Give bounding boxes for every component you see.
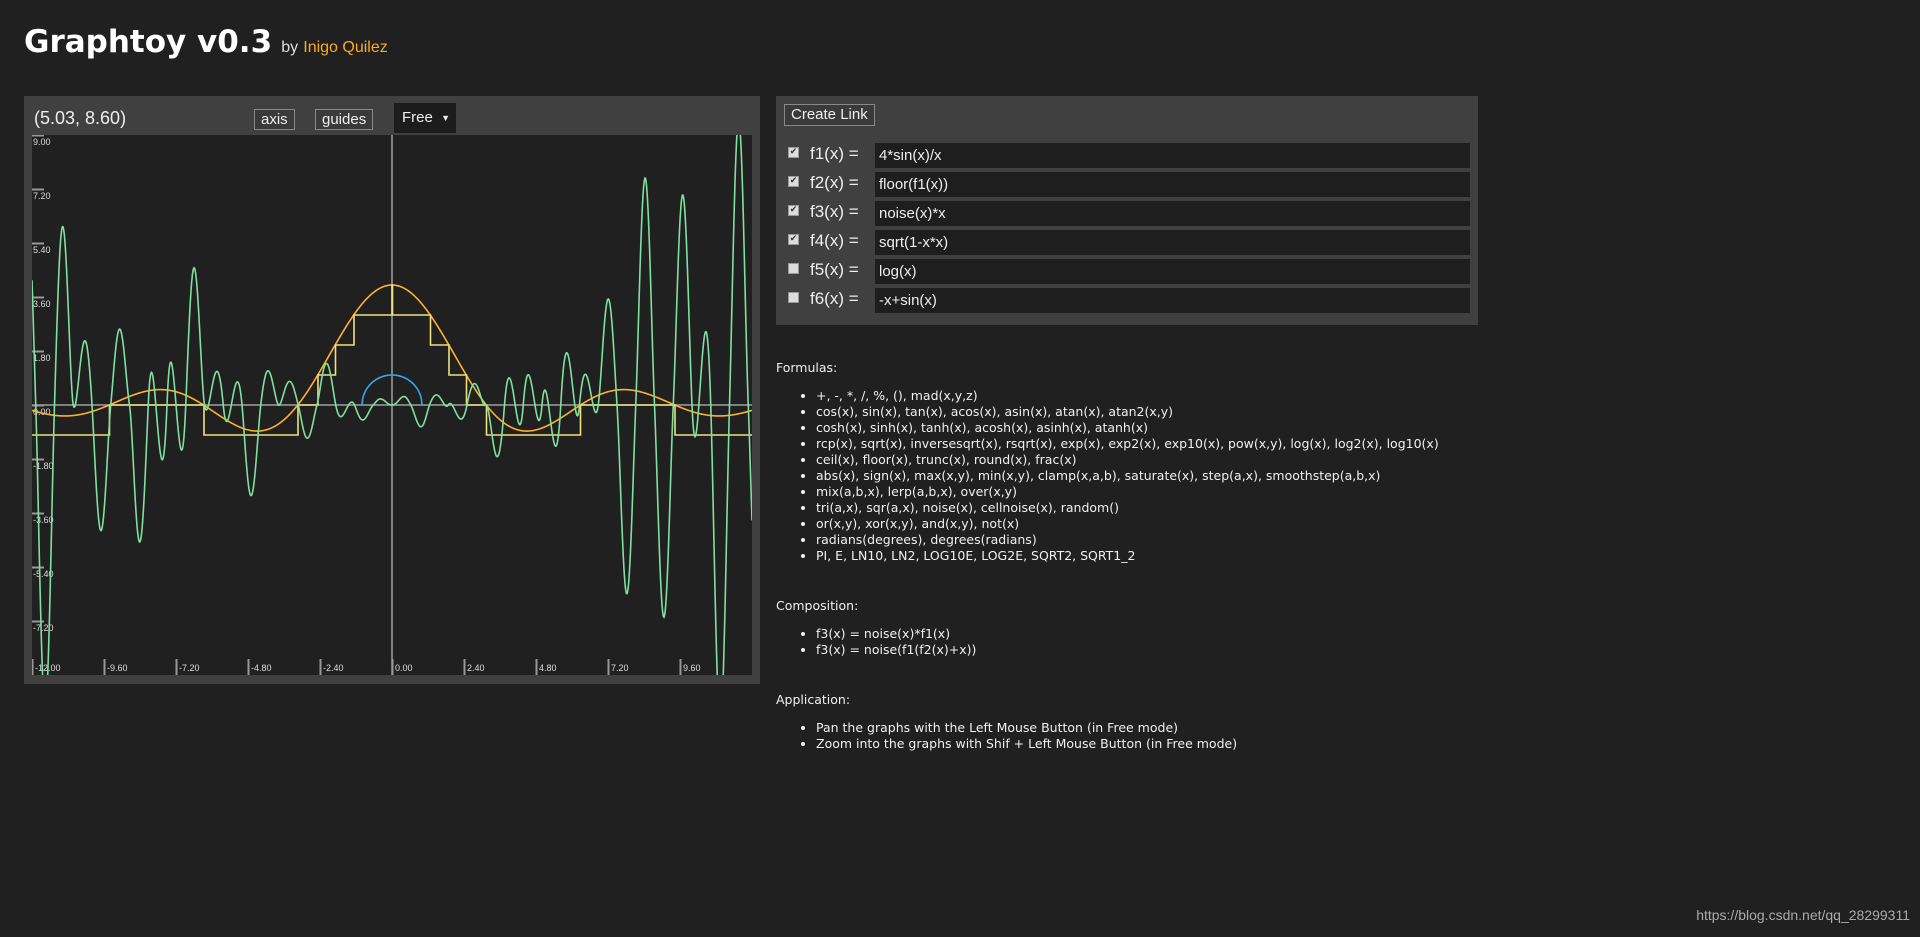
author-link[interactable]: Inigo Quilez: [303, 39, 388, 56]
create-link-button[interactable]: Create Link: [784, 104, 875, 126]
x-tick-label: 0.00: [395, 663, 413, 673]
function-input[interactable]: floor(f1(x)): [875, 172, 1470, 197]
formula-item: radians(degrees), degrees(radians): [816, 532, 1439, 548]
x-tick-label: -2.40: [323, 663, 344, 673]
x-tick-label: 9.60: [683, 663, 701, 673]
formula-item: or(x,y), xor(x,y), and(x,y), not(x): [816, 516, 1439, 532]
function-row-f1: ✔ f1(x) = 4*sin(x)/x: [786, 143, 1476, 168]
x-tick-label: -4.80: [251, 663, 272, 673]
function-checkbox[interactable]: ✔: [788, 205, 799, 216]
function-label: f6(x) =: [810, 289, 859, 308]
application-heading: Application:: [776, 692, 851, 707]
y-tick-label: 1.80: [33, 353, 51, 363]
x-tick-label: 7.20: [611, 663, 629, 673]
composition-heading: Composition:: [776, 598, 859, 613]
functions-panel: Create Link ✔ f1(x) = 4*sin(x)/x ✔ f2(x) = fl…: [776, 96, 1478, 325]
y-tick-label: -1.80: [33, 461, 54, 471]
function-checkbox[interactable]: ✔: [788, 234, 799, 245]
function-input[interactable]: noise(x)*x: [875, 201, 1470, 226]
guides-button[interactable]: guides: [315, 109, 374, 130]
triangle-down-icon: ▼: [441, 113, 450, 123]
x-tick-label: -9.60: [107, 663, 128, 673]
function-input[interactable]: 4*sin(x)/x: [875, 143, 1470, 168]
function-row-f6: f6(x) = -x+sin(x): [786, 288, 1476, 313]
formula-item: abs(x), sign(x), max(x,y), min(x,y), cla…: [816, 468, 1439, 484]
function-row-f4: ✔ f4(x) = sqrt(1-x*x): [786, 230, 1476, 255]
page-title: Graphtoy v0.3 by Inigo Quilez: [24, 24, 388, 60]
mode-select[interactable]: Free ▼: [394, 103, 456, 133]
formulas-list: +, -, *, /, %, (), mad(x,y,z)cos(x), sin…: [776, 388, 1439, 564]
x-tick-label: 4.80: [539, 663, 557, 673]
formula-item: mix(a,b,x), lerp(a,b,x), over(x,y): [816, 484, 1439, 500]
formula-item: +, -, *, /, %, (), mad(x,y,z): [816, 388, 1439, 404]
function-row-f5: f5(x) = log(x): [786, 259, 1476, 284]
y-tick-label: -7.20: [33, 623, 54, 633]
formula-item: ceil(x), floor(x), trunc(x), round(x), f…: [816, 452, 1439, 468]
formulas-heading: Formulas:: [776, 360, 838, 375]
function-row-f3: ✔ f3(x) = noise(x)*x: [786, 201, 1476, 226]
y-tick-label: 5.40: [33, 245, 51, 255]
function-label: f1(x) =: [810, 144, 859, 163]
axis-button[interactable]: axis: [254, 109, 295, 130]
function-label: f5(x) =: [810, 260, 859, 279]
composition-item: f3(x) = noise(x)*f1(x): [816, 626, 1439, 642]
application-item: Zoom into the graphs with Shif + Left Mo…: [816, 736, 1439, 752]
formula-item: tri(a,x), sqr(a,x), noise(x), cellnoise(…: [816, 500, 1439, 516]
y-tick-label: 7.20: [33, 191, 51, 201]
cursor-coordinates: (5.03, 8.60): [34, 108, 127, 128]
by-text: by: [281, 39, 299, 56]
function-checkbox[interactable]: [788, 263, 799, 274]
y-tick-label: -3.60: [33, 515, 54, 525]
function-label: f4(x) =: [810, 231, 859, 250]
y-tick-label: 3.60: [33, 299, 51, 309]
y-tick-label: 9.00: [33, 137, 51, 147]
function-checkbox[interactable]: [788, 292, 799, 303]
app-title: Graphtoy v0.3: [24, 24, 273, 60]
application-item: Pan the graphs with the Left Mouse Butto…: [816, 720, 1439, 736]
help-section: Formulas: +, -, *, /, %, (), mad(x,y,z)c…: [776, 360, 1439, 786]
graph-panel: (5.03, 8.60) axis guides Free ▼ 9.00 7.20…: [24, 96, 760, 684]
graph-canvas[interactable]: 9.00 7.20 5.40 3.60 1.80 0.00 -1.80 -3.60 -5.40-…: [32, 135, 752, 675]
function-label: f3(x) =: [810, 202, 859, 221]
formula-item: cosh(x), sinh(x), tanh(x), acosh(x), asi…: [816, 420, 1439, 436]
plot-svg[interactable]: 9.007.205.403.601.800.00-1.80-3.60-5.40-…: [32, 135, 752, 675]
function-input[interactable]: log(x): [875, 259, 1470, 284]
formula-item: rcp(x), sqrt(x), inversesqrt(x), rsqrt(x…: [816, 436, 1439, 452]
function-input[interactable]: -x+sin(x): [875, 288, 1470, 313]
function-row-f2: ✔ f2(x) = floor(f1(x)): [786, 172, 1476, 197]
mode-value: Free: [402, 109, 433, 126]
function-checkbox[interactable]: ✔: [788, 176, 799, 187]
composition-item: f3(x) = noise(f1(f2(x)+x)): [816, 642, 1439, 658]
formula-item: PI, E, LN10, LN2, LOG10E, LOG2E, SQRT2, …: [816, 548, 1439, 564]
x-tick-label: 2.40: [467, 663, 485, 673]
watermark: https://blog.csdn.net/qq_28299311: [1696, 907, 1910, 923]
function-label: f2(x) =: [810, 173, 859, 192]
function-input[interactable]: sqrt(1-x*x): [875, 230, 1470, 255]
formula-item: cos(x), sin(x), tan(x), acos(x), asin(x)…: [816, 404, 1439, 420]
application-list: Pan the graphs with the Left Mouse Butto…: [776, 720, 1439, 752]
function-checkbox[interactable]: ✔: [788, 147, 799, 158]
composition-list: f3(x) = noise(x)*f1(x)f3(x) = noise(f1(f…: [776, 626, 1439, 658]
x-tick-label: -7.20: [179, 663, 200, 673]
